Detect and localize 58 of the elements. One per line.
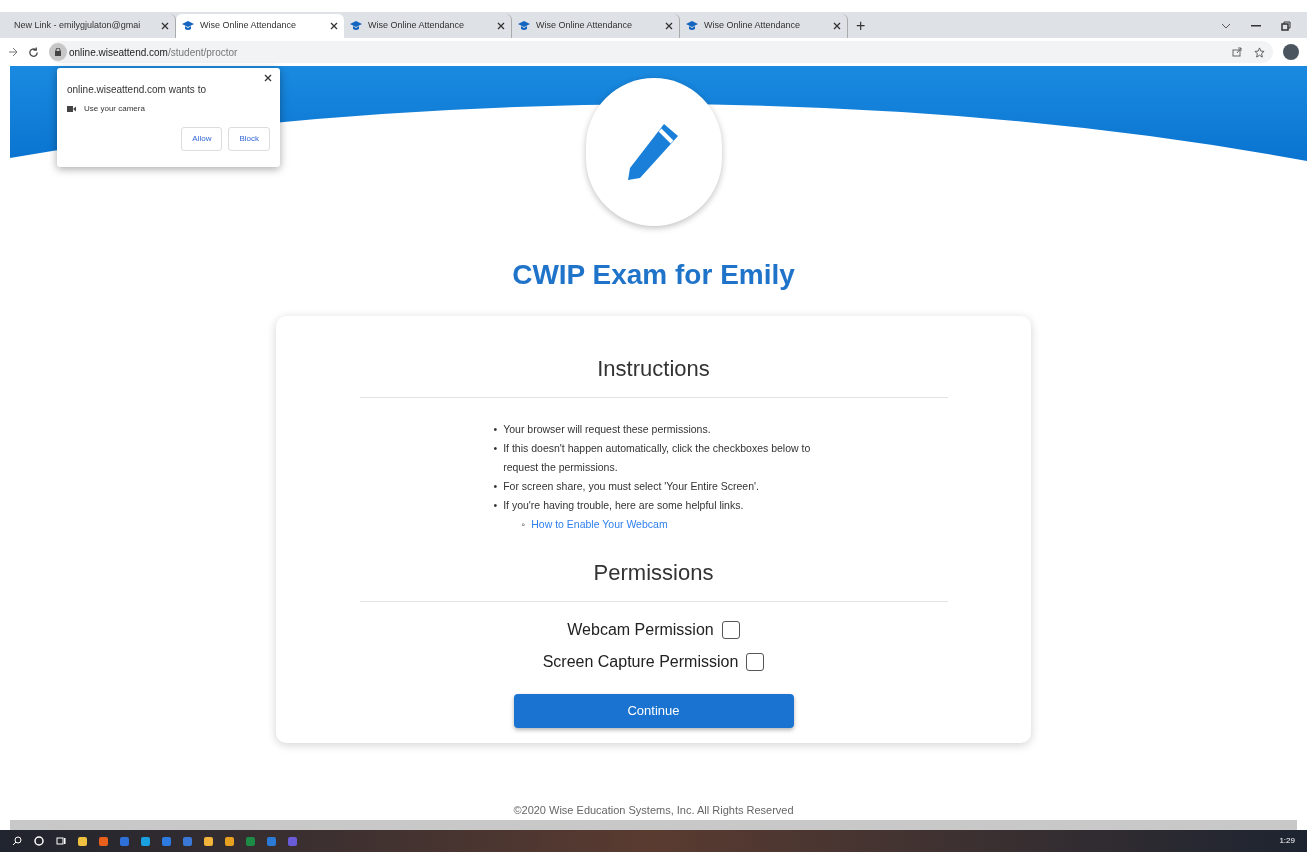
bullet: • <box>493 422 498 437</box>
profile-avatar[interactable] <box>1283 44 1299 60</box>
popup-button[interactable]: Block <box>228 127 270 151</box>
search-icon[interactable] <box>12 836 22 846</box>
share-icon[interactable] <box>1232 47 1242 57</box>
instruction-item: Your browser will request these permissions. <box>503 422 712 437</box>
taskbar-app-icon[interactable] <box>99 836 108 846</box>
close-tab-icon[interactable] <box>833 22 841 30</box>
chevron-down-icon[interactable] <box>1221 23 1231 29</box>
restore-icon[interactable] <box>1281 21 1291 31</box>
tab-title: Wise Online Attendance <box>536 19 634 33</box>
browser-tab[interactable]: Wise Online Attendance <box>176 14 344 38</box>
url-text: online.wiseattend.com/student/proctor <box>69 45 238 60</box>
help-link[interactable]: How to Enable Your Webcam <box>531 515 668 534</box>
tab-title: Wise Online Attendance <box>200 19 298 33</box>
close-tab-icon[interactable] <box>330 22 338 30</box>
close-tab-icon[interactable] <box>665 22 673 30</box>
instruction-item: If you're having trouble, here are some helpful links. <box>503 498 745 513</box>
exam-title: CWIP Exam for Emily <box>512 258 795 292</box>
close-tab-icon[interactable] <box>497 22 505 30</box>
cortana-icon[interactable] <box>34 836 44 846</box>
copyright-footer: ©2020 Wise Education Systems, Inc. All Rights Reserved <box>513 801 794 818</box>
tab-title: New Link - emilygjulaton@gmai <box>14 19 142 33</box>
bullet: • <box>493 441 498 456</box>
camera-icon <box>67 106 76 112</box>
star-icon[interactable] <box>1254 46 1265 58</box>
bullet: ◦ <box>521 517 526 532</box>
permission-checkbox[interactable] <box>746 653 765 671</box>
task-view-icon[interactable] <box>56 836 66 846</box>
minimize-icon[interactable] <box>1251 25 1261 27</box>
permissions-heading: Permissions <box>593 559 714 587</box>
popup-request: Use your camera <box>84 103 145 115</box>
taskbar-app-icon[interactable] <box>141 836 150 846</box>
instruction-item: If this doesn't happen automatically, click the checkboxes below to request the permissions. <box>503 441 812 475</box>
permission-checkbox[interactable] <box>721 621 740 639</box>
close-tab-icon[interactable] <box>161 22 169 30</box>
close-popup-icon[interactable] <box>264 74 272 82</box>
bullet: • <box>493 498 498 513</box>
popup-button[interactable]: Allow <box>181 127 223 151</box>
new-tab-button[interactable]: + <box>848 14 874 38</box>
permission-label: Screen Capture Permission <box>542 652 739 672</box>
lock-icon[interactable] <box>49 43 67 61</box>
reload-icon[interactable] <box>28 46 39 58</box>
taskbar-app-icon[interactable] <box>225 836 234 846</box>
taskbar-app-icon[interactable] <box>78 836 87 846</box>
popup-title: online.wiseattend.com wants to <box>67 83 207 97</box>
instruction-item: For screen share, you must select 'Your Entire Screen'. <box>503 479 760 494</box>
horizontal-scrollbar[interactable] <box>10 820 1297 830</box>
taskbar-app-icon[interactable] <box>204 836 213 846</box>
bullet: • <box>493 479 498 494</box>
permission-label: Webcam Permission <box>567 620 714 640</box>
forward-icon[interactable] <box>8 47 18 57</box>
url-field[interactable]: online.wiseattend.com/student/proctor <box>49 41 1273 63</box>
clock: 1:29 <box>1279 835 1295 847</box>
tab-title: Wise Online Attendance <box>368 19 466 33</box>
tab-title: Wise Online Attendance <box>704 19 802 33</box>
instructions-heading: Instructions <box>597 355 710 383</box>
continue-button[interactable]: Continue <box>513 694 794 728</box>
